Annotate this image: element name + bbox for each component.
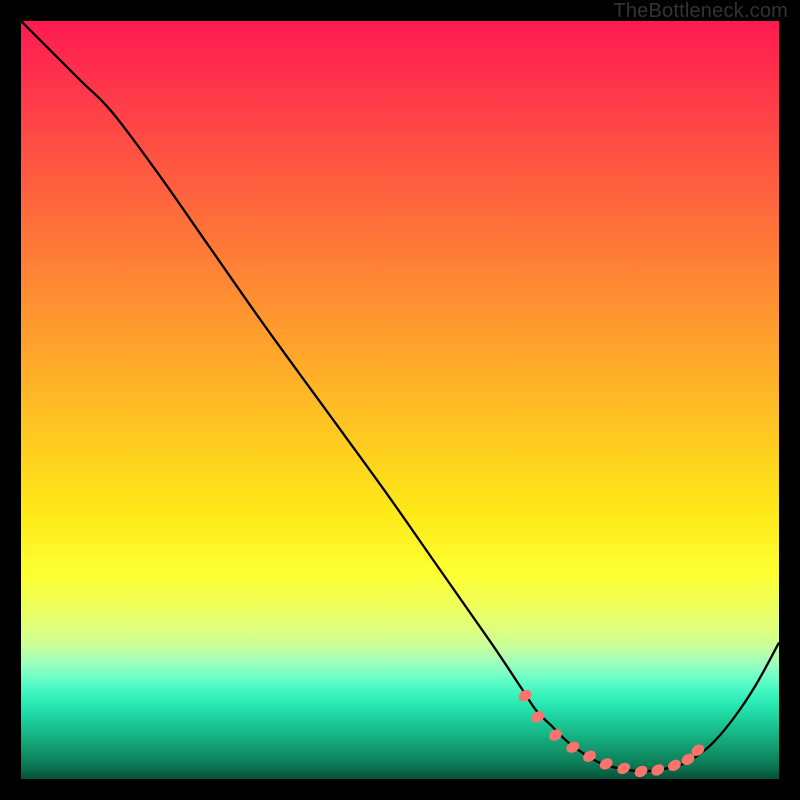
attribution-text: TheBottleneck.com — [613, 0, 788, 23]
data-marker — [649, 762, 666, 778]
data-marker — [598, 756, 615, 772]
bottleneck-curve — [21, 21, 779, 771]
data-marker — [615, 760, 632, 776]
chart-container: TheBottleneck.com — [0, 0, 800, 800]
data-marker — [633, 763, 650, 779]
data-marker — [666, 757, 683, 773]
chart-svg — [21, 21, 779, 779]
